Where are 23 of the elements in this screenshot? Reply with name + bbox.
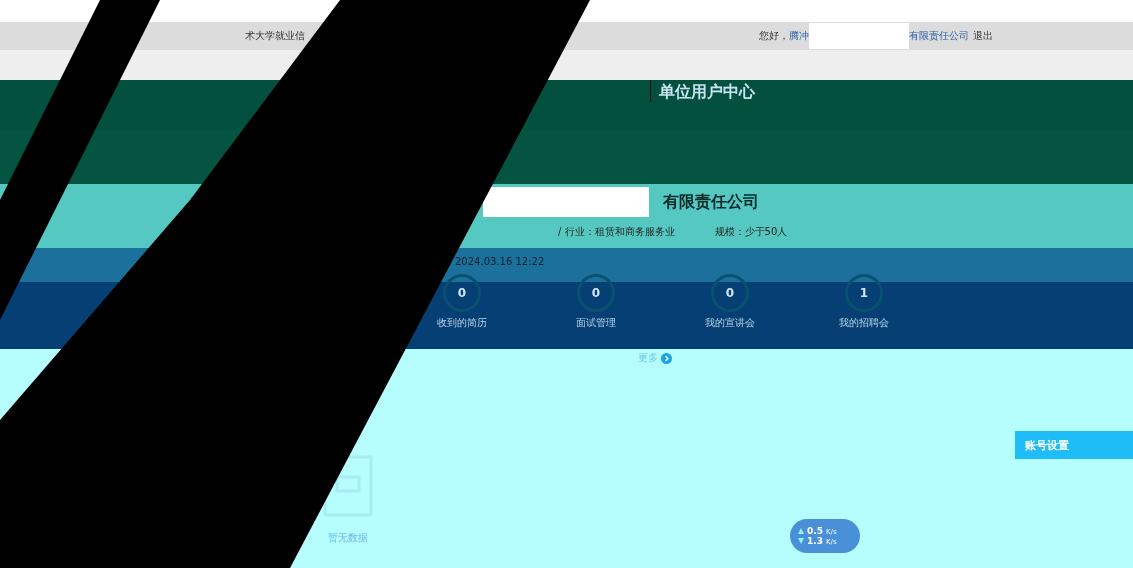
company-name: 有限责任公司 xyxy=(663,191,759,213)
user-link[interactable]: 腾冲 xyxy=(789,29,809,43)
stat-label[interactable]: 面试管理 xyxy=(576,316,616,330)
stat-count[interactable]: 0 xyxy=(577,274,615,312)
header-title: 单位用户中心 xyxy=(659,82,755,103)
logout-link[interactable]: 退出 xyxy=(973,29,993,43)
stat-label[interactable]: 收到的简历 xyxy=(437,316,487,330)
greeting-text: 您好， xyxy=(759,29,789,43)
stat-count[interactable]: 1 xyxy=(845,274,883,312)
stat-count[interactable]: 0 xyxy=(711,274,749,312)
upload-speed: 0.5 xyxy=(807,526,823,536)
download-speed: 1.3 xyxy=(807,536,823,546)
stat-label[interactable]: 我的招聘会 xyxy=(839,316,889,330)
industry-text: / 行业：租赁和商务服务业 xyxy=(558,225,675,239)
stat-label[interactable]: 我的宣讲会 xyxy=(705,316,755,330)
chevron-right-icon xyxy=(661,352,672,364)
up-arrow-icon xyxy=(798,528,804,534)
empty-state-text: 暂无数据 xyxy=(328,531,368,545)
timestamp: 2024.03.16 12:22 xyxy=(455,256,545,267)
company-link[interactable]: 有限责任公司 xyxy=(909,29,969,43)
down-arrow-icon xyxy=(798,538,804,544)
scale-text: 规模：少于50人 xyxy=(714,225,788,239)
site-name-fragment: 术大学就业信 xyxy=(245,29,305,43)
